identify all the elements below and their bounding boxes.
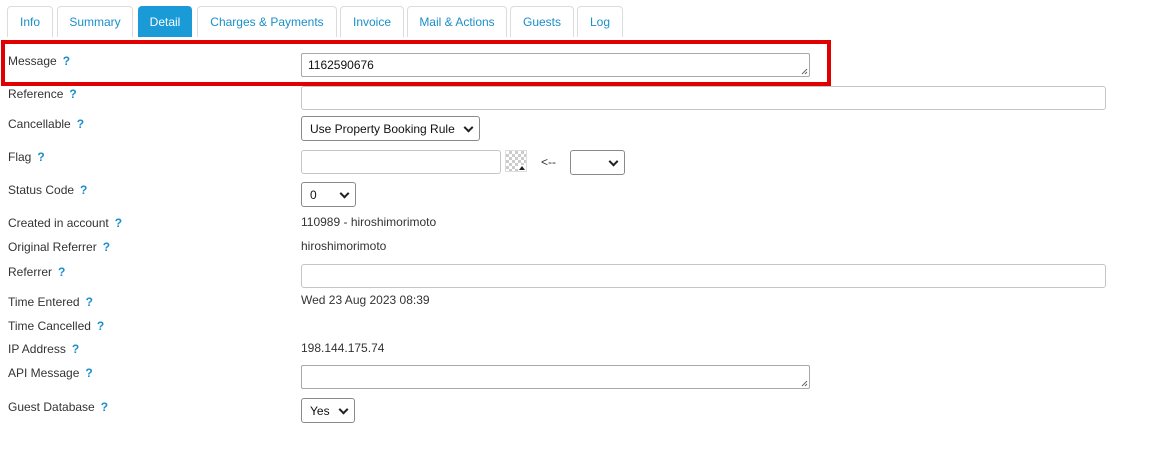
api-message-textarea[interactable] — [301, 365, 810, 389]
original-referrer-value: hiroshimorimoto — [301, 239, 387, 253]
cancellable-label: Cancellable? — [8, 117, 85, 131]
cancellable-help-icon[interactable]: ? — [77, 117, 84, 131]
tab-detail[interactable]: Detail — [138, 6, 192, 37]
referrer-help-icon[interactable]: ? — [58, 265, 65, 279]
chevron-down-icon — [339, 188, 350, 199]
time-cancelled-help-icon[interactable]: ? — [97, 319, 104, 333]
reference-label: Reference? — [8, 87, 77, 101]
tab-info[interactable]: Info — [7, 6, 53, 37]
created-in-account-help-icon[interactable]: ? — [115, 216, 122, 230]
reference-input[interactable] — [301, 86, 1106, 110]
flag-select[interactable] — [570, 150, 625, 175]
resize-grip-icon — [801, 68, 808, 75]
time-entered-value: Wed 23 Aug 2023 08:39 — [301, 293, 430, 307]
original-referrer-help-icon[interactable]: ? — [103, 240, 110, 254]
guest-database-help-icon[interactable]: ? — [101, 400, 108, 414]
guest-database-selected: Yes — [310, 403, 330, 418]
time-entered-help-icon[interactable]: ? — [86, 295, 93, 309]
cancellable-select[interactable]: Use Property Booking Rule — [301, 116, 480, 141]
referrer-label: Referrer? — [8, 265, 66, 279]
cancellable-selected: Use Property Booking Rule — [310, 121, 455, 136]
original-referrer-label: Original Referrer? — [8, 240, 111, 254]
status-code-selected: 0 — [310, 187, 317, 202]
guest-database-select[interactable]: Yes — [301, 398, 355, 423]
chevron-down-icon — [608, 156, 619, 167]
ip-address-help-icon[interactable]: ? — [72, 342, 79, 356]
api-message-label: API Message? — [8, 366, 93, 380]
resize-grip-icon — [801, 380, 808, 387]
time-cancelled-label: Time Cancelled? — [8, 319, 105, 333]
message-value: 1162590676 — [308, 58, 374, 72]
tab-mail-actions[interactable]: Mail & Actions — [407, 6, 507, 37]
time-entered-label: Time Entered? — [8, 295, 93, 309]
created-in-account-value: 110989 - hiroshimorimoto — [301, 215, 437, 229]
api-message-help-icon[interactable]: ? — [85, 366, 92, 380]
tab-log[interactable]: Log — [577, 6, 623, 37]
caret-up-icon — [518, 165, 526, 171]
tab-invoice[interactable]: Invoice — [340, 6, 404, 37]
flag-help-icon[interactable]: ? — [37, 150, 44, 164]
guest-database-label: Guest Database? — [8, 400, 109, 414]
referrer-input[interactable] — [301, 264, 1106, 288]
chevron-down-icon — [463, 122, 474, 133]
created-in-account-label: Created in account? — [8, 216, 123, 230]
message-textarea[interactable]: 1162590676 — [301, 53, 810, 77]
status-code-help-icon[interactable]: ? — [80, 183, 87, 197]
tab-summary[interactable]: Summary — [57, 6, 133, 37]
chevron-down-icon — [338, 404, 349, 415]
color-picker-icon[interactable] — [505, 150, 527, 172]
flag-input[interactable] — [301, 150, 501, 174]
message-help-icon[interactable]: ? — [63, 54, 70, 68]
tab-guests[interactable]: Guests — [510, 6, 574, 37]
tab-charges-payments[interactable]: Charges & Payments — [197, 6, 337, 37]
status-code-select[interactable]: 0 — [301, 182, 356, 207]
flag-arrow-text: <-- — [541, 155, 556, 169]
reference-help-icon[interactable]: ? — [69, 87, 76, 101]
status-code-label: Status Code? — [8, 183, 88, 197]
ip-address-label: IP Address? — [8, 342, 80, 356]
ip-address-value: 198.144.175.74 — [301, 341, 385, 355]
message-label: Message? — [8, 54, 71, 68]
flag-label: Flag? — [8, 150, 45, 164]
